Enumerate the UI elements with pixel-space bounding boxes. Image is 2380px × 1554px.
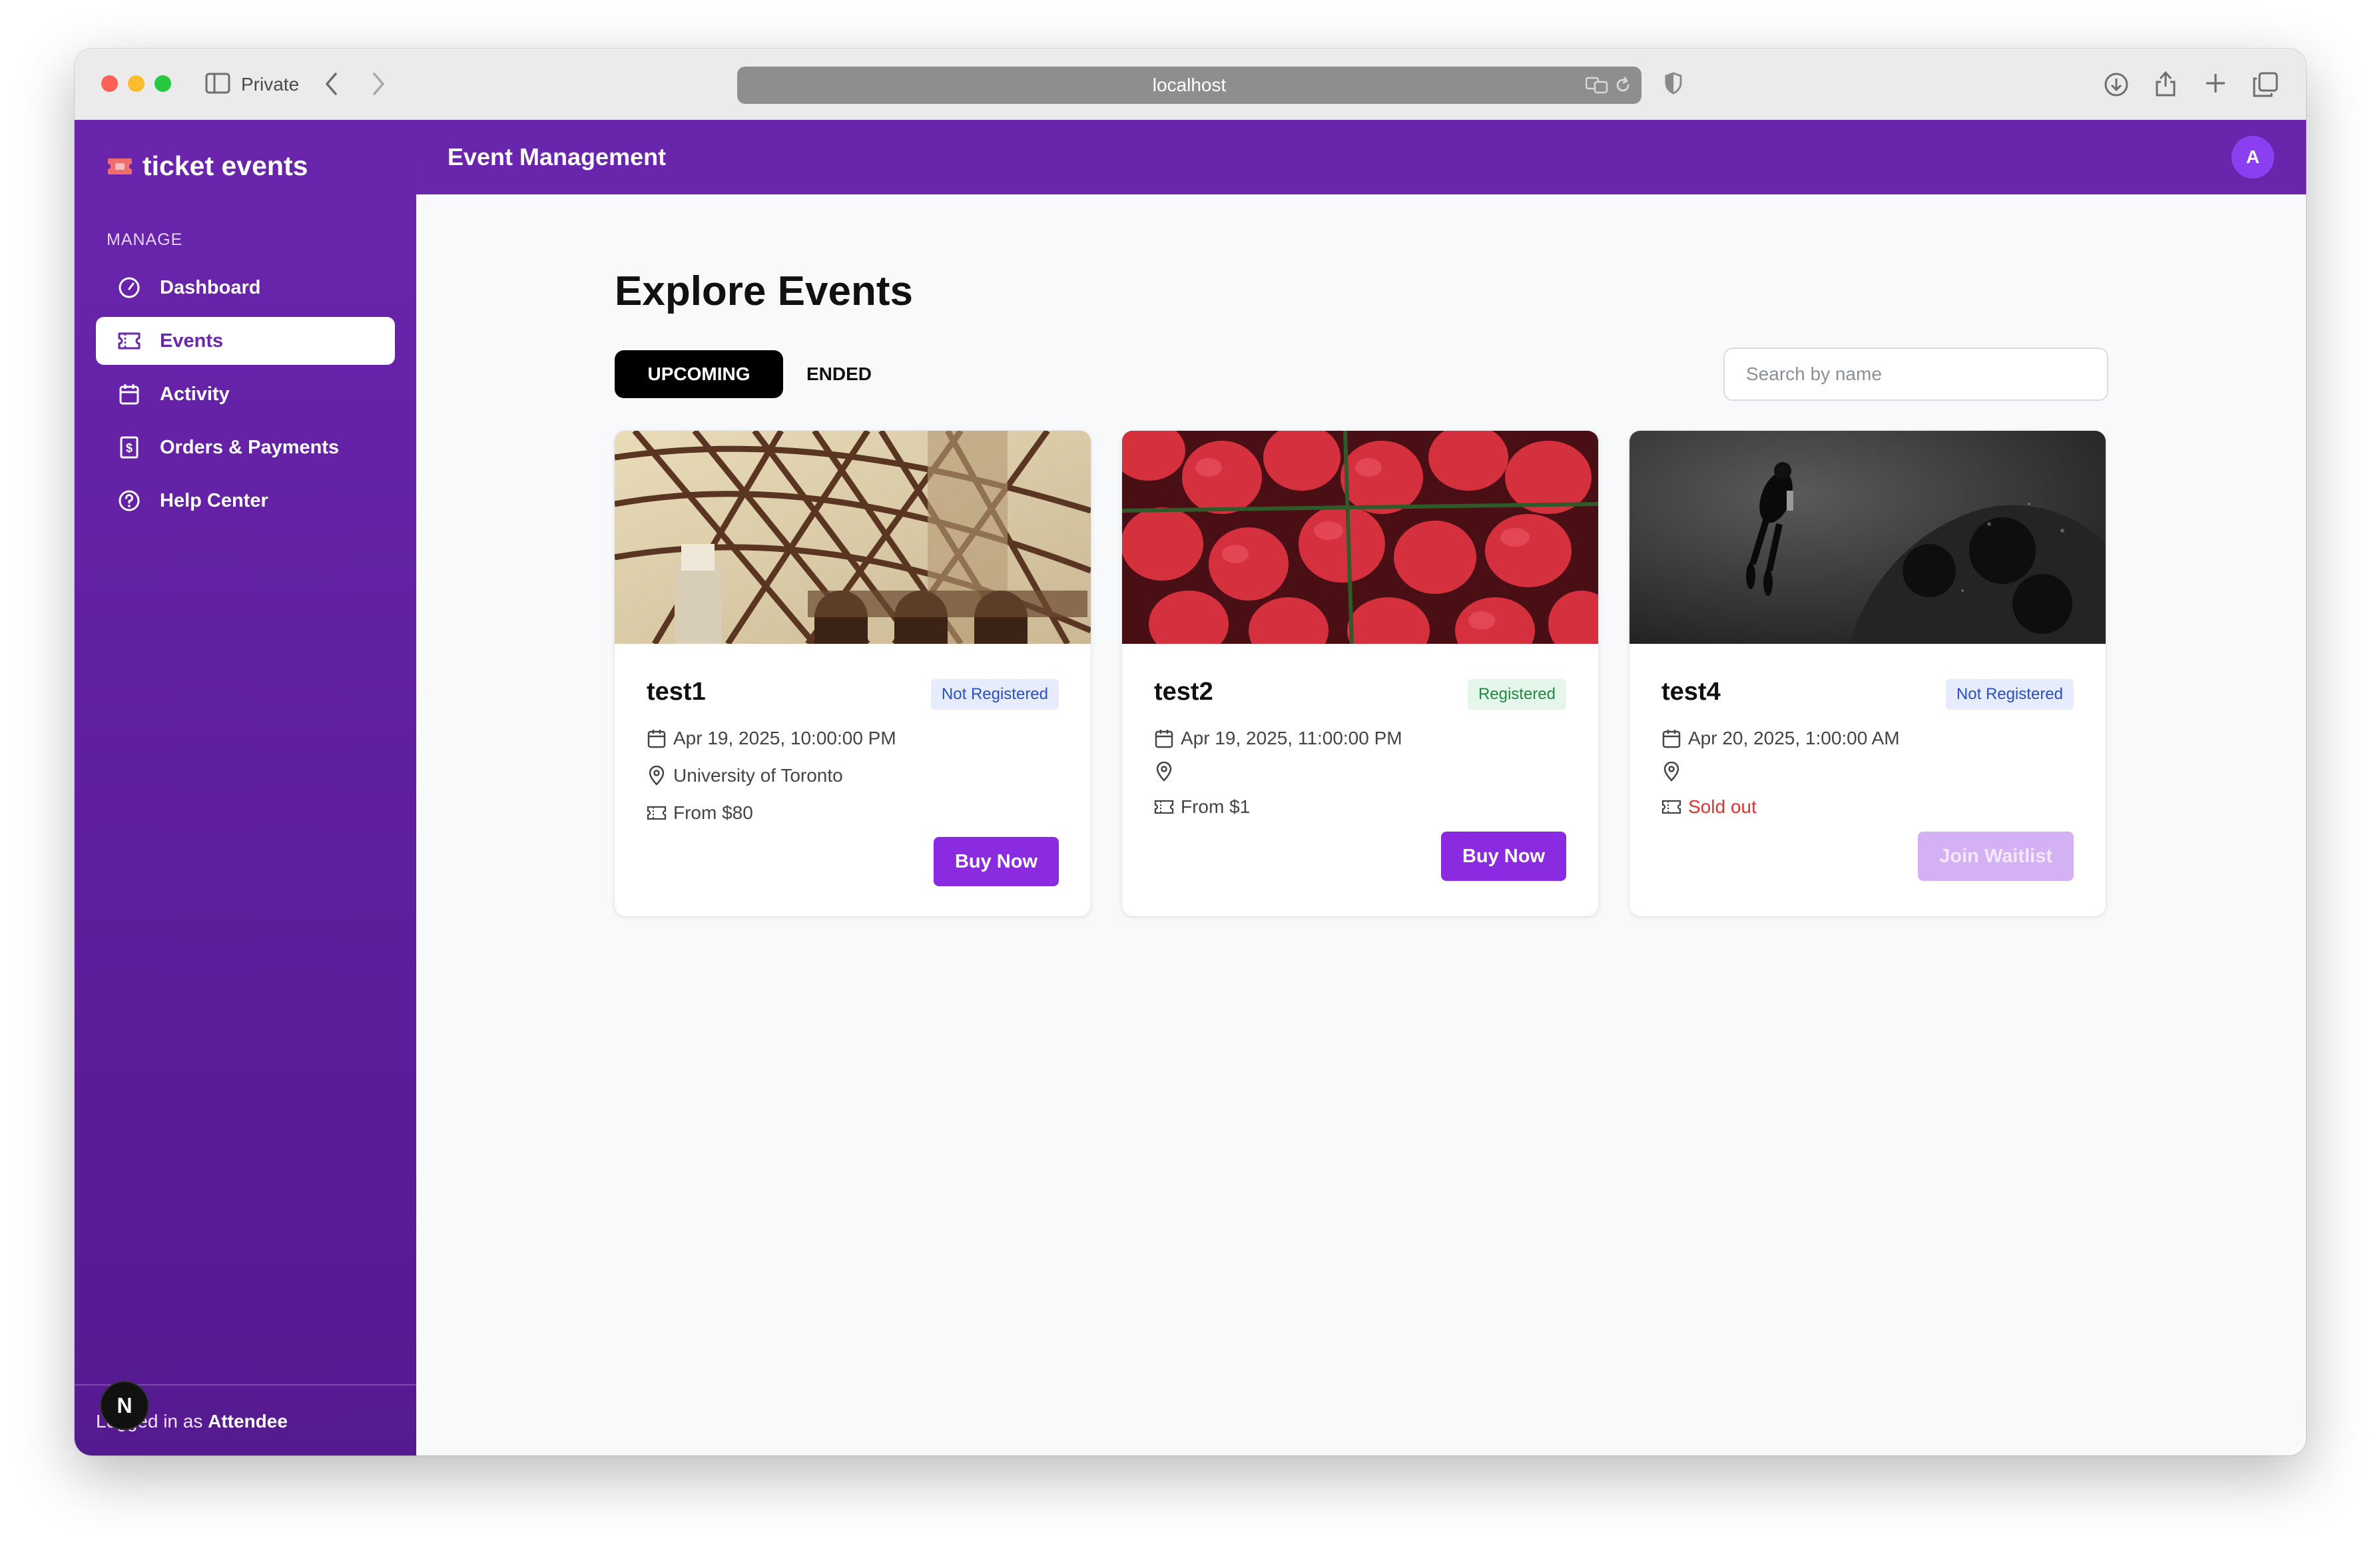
- new-tab-icon[interactable]: [2204, 71, 2228, 95]
- gauge-icon: [117, 276, 141, 300]
- brand[interactable]: ticket events: [107, 150, 308, 182]
- calendar-icon: [1661, 728, 1681, 748]
- download-icon[interactable]: [2103, 71, 2130, 98]
- event-date: Apr 19, 2025, 10:00:00 PM: [673, 728, 896, 748]
- event-location-row: [1154, 762, 1181, 782]
- browser-toolbar: Private localhost: [75, 49, 2306, 121]
- event-location-row: University of Toronto: [647, 765, 843, 786]
- event-image-diver: [1630, 431, 2106, 644]
- back-arrow-icon[interactable]: [324, 71, 340, 97]
- ticket-icon: [117, 329, 141, 353]
- map-pin-icon: [1154, 762, 1174, 782]
- manage-section-label: MANAGE: [107, 230, 183, 249]
- ticket-logo-icon: [108, 158, 132, 174]
- sidebar-footer: Logged in as Attendee N: [75, 1382, 416, 1455]
- event-location: University of Toronto: [673, 765, 843, 786]
- status-badge: Not Registered: [1945, 679, 2074, 710]
- sidebar-item-label: Orders & Payments: [160, 436, 340, 458]
- app-title: Event Management: [447, 143, 667, 170]
- avatar[interactable]: A: [2231, 136, 2274, 178]
- reload-icon[interactable]: [1614, 76, 1632, 98]
- event-card[interactable]: test2 Registered Apr 19, 2025, 11:00:00 …: [1122, 431, 1598, 916]
- event-price-row: Sold out: [1661, 796, 1757, 818]
- buy-now-button[interactable]: Buy Now: [933, 837, 1059, 886]
- event-date-row: Apr 19, 2025, 10:00:00 PM: [647, 728, 896, 749]
- translate-icon[interactable]: [1585, 76, 1608, 98]
- shield-icon[interactable]: [1664, 71, 1683, 95]
- address-bar[interactable]: localhost: [737, 67, 1641, 104]
- event-date: Apr 20, 2025, 1:00:00 AM: [1688, 728, 1900, 748]
- ticket-icon: [1154, 797, 1174, 817]
- join-waitlist-button[interactable]: Join Waitlist: [1918, 832, 2074, 881]
- minimize-window-button[interactable]: [128, 75, 145, 92]
- sidebar-nav: Dashboard Events Activity $ Orders & Pay…: [96, 264, 395, 530]
- status-badge: Not Registered: [930, 679, 1059, 710]
- dev-tools-badge[interactable]: N: [101, 1382, 148, 1429]
- forward-arrow-icon[interactable]: [370, 71, 386, 97]
- event-image-strawberries: [1122, 431, 1598, 644]
- app-root: ticket events MANAGE Dashboard Events Ac…: [75, 120, 2306, 1455]
- search-input[interactable]: [1723, 348, 2108, 401]
- calendar-icon: [647, 728, 667, 748]
- event-image-bridge: [615, 431, 1091, 644]
- ticket-icon: [1661, 797, 1681, 817]
- close-window-button[interactable]: [101, 75, 118, 92]
- browser-window: Private localhost ticket events MANAGE D…: [75, 49, 2306, 1455]
- event-card[interactable]: test4 Not Registered Apr 20, 2025, 1:00:…: [1630, 431, 2106, 916]
- private-mode-label: Private: [241, 74, 300, 95]
- event-price: From $80: [673, 802, 753, 823]
- ticket-icon: [647, 803, 667, 823]
- sidebar-toggle-icon[interactable]: [205, 71, 230, 95]
- url-text: localhost: [1152, 75, 1227, 95]
- status-badge: Registered: [1467, 679, 1566, 710]
- event-date-row: Apr 20, 2025, 1:00:00 AM: [1661, 728, 1900, 749]
- sidebar-item-orders-payments[interactable]: $ Orders & Payments: [96, 423, 395, 471]
- help-circle-icon: [117, 489, 141, 513]
- event-title: test4: [1661, 678, 1721, 706]
- svg-text:$: $: [126, 441, 133, 455]
- event-date-row: Apr 19, 2025, 11:00:00 PM: [1154, 728, 1402, 749]
- receipt-dollar-icon: $: [117, 435, 141, 459]
- event-location-row: [1661, 762, 1688, 782]
- calendar-icon: [1154, 728, 1174, 748]
- event-price-row: From $80: [647, 802, 753, 824]
- sidebar-item-label: Dashboard: [160, 276, 261, 298]
- top-bar: Event Management A: [416, 120, 2306, 194]
- tab-ended[interactable]: ENDED: [789, 350, 889, 398]
- event-title: test1: [647, 678, 706, 706]
- zoom-window-button[interactable]: [154, 75, 171, 92]
- event-price-row: From $1: [1154, 796, 1250, 818]
- sidebar-item-dashboard[interactable]: Dashboard: [96, 264, 395, 312]
- sold-out-label: Sold out: [1688, 796, 1757, 817]
- sidebar-item-events[interactable]: Events: [96, 317, 395, 365]
- event-card[interactable]: test1 Not Registered Apr 19, 2025, 10:00…: [615, 431, 1091, 916]
- page-title: Explore Events: [615, 268, 913, 314]
- tab-overview-icon[interactable]: [2252, 71, 2279, 98]
- event-price: From $1: [1181, 796, 1251, 817]
- sidebar-item-label: Activity: [160, 383, 230, 405]
- brand-name: ticket events: [143, 150, 308, 181]
- map-pin-icon: [647, 766, 667, 786]
- event-date: Apr 19, 2025, 11:00:00 PM: [1181, 728, 1402, 748]
- sidebar-item-help-center[interactable]: Help Center: [96, 477, 395, 525]
- user-role: Attendee: [208, 1411, 288, 1431]
- share-icon[interactable]: [2154, 69, 2177, 98]
- sidebar-item-label: Help Center: [160, 489, 268, 511]
- tab-upcoming[interactable]: UPCOMING: [615, 350, 783, 398]
- buy-now-button[interactable]: Buy Now: [1440, 832, 1566, 881]
- calendar-icon: [117, 382, 141, 406]
- map-pin-icon: [1661, 762, 1681, 782]
- main-content: Explore Events UPCOMING ENDED Search by …: [416, 194, 2306, 1455]
- sidebar-item-label: Events: [160, 330, 224, 352]
- sidebar-item-activity[interactable]: Activity: [96, 370, 395, 418]
- event-title: test2: [1154, 678, 1213, 706]
- sidebar: ticket events MANAGE Dashboard Events Ac…: [75, 120, 416, 1455]
